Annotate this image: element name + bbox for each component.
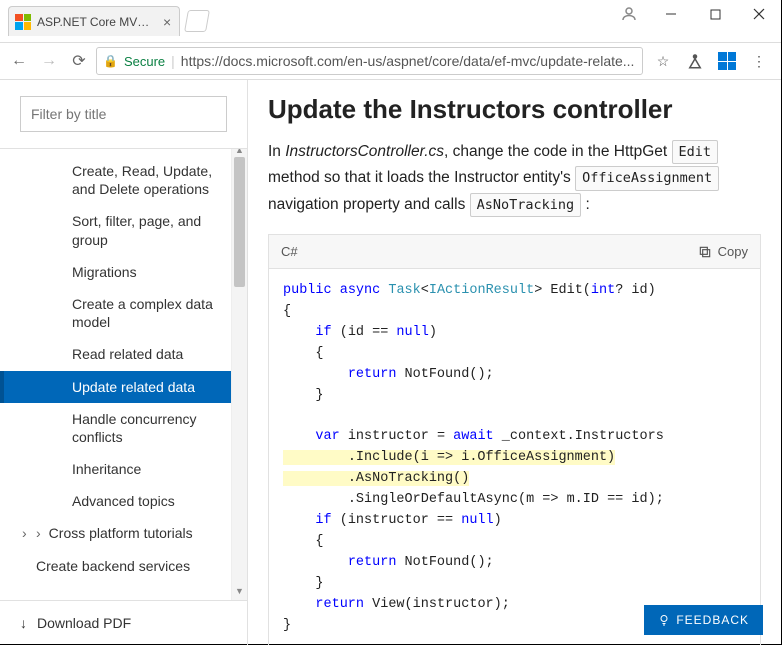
window-minimize-icon[interactable] (649, 0, 693, 28)
code-tag-officeassignment: OfficeAssignment (575, 166, 719, 190)
scroll-down-icon[interactable]: ▼ (232, 586, 247, 600)
filter-input[interactable] (20, 96, 227, 132)
download-icon: ↓ (20, 615, 27, 631)
intro-paragraph: In InstructorsController.cs, change the … (268, 139, 761, 218)
sidebar-item-label: Advanced topics (72, 493, 175, 509)
sidebar-item-label: Create backend services (36, 558, 190, 574)
window-close-icon[interactable] (737, 0, 781, 28)
windows-icon[interactable] (717, 51, 737, 71)
sidebar-item-label: Read related data (72, 346, 183, 362)
filter-wrap (20, 96, 227, 132)
tab-close-icon[interactable]: × (163, 14, 171, 30)
sidebar-item-label: Inheritance (72, 461, 141, 477)
sidebar-scrollbar[interactable]: ▲ ▼ (231, 149, 247, 600)
sidebar-item-label: Migrations (72, 264, 137, 280)
sidebar-item[interactable]: Advanced topics (0, 485, 247, 517)
sidebar-item[interactable]: Create a complex data model (0, 288, 247, 338)
address-bar: ← → ⟳ 🔒 Secure | https://docs.microsoft.… (0, 42, 781, 80)
sidebar: Create, Read, Update, and Delete operati… (0, 80, 248, 645)
filename: InstructorsController.cs (285, 143, 444, 160)
sidebar-item[interactable]: Create, Read, Update, and Delete operati… (0, 155, 247, 205)
copy-label: Copy (718, 244, 748, 259)
sidebar-item[interactable]: Update related data (0, 371, 247, 403)
copy-icon (698, 245, 712, 259)
bulb-icon (658, 613, 670, 627)
sidebar-item[interactable]: Create backend services (0, 550, 247, 582)
back-button[interactable]: ← (6, 48, 32, 74)
sidebar-item-label: Create a complex data model (72, 296, 213, 330)
sidebar-item[interactable]: Read related data (0, 338, 247, 370)
lock-icon: 🔒 (103, 54, 118, 68)
feedback-button[interactable]: FEEDBACK (644, 605, 763, 635)
sidebar-item[interactable]: Migrations (0, 256, 247, 288)
new-tab-button[interactable] (184, 10, 210, 32)
sidebar-item[interactable]: Inheritance (0, 453, 247, 485)
url-text: https://docs.microsoft.com/en-us/aspnet/… (181, 53, 635, 69)
account-icon[interactable] (609, 0, 649, 28)
nav-list: Create, Read, Update, and Delete operati… (0, 148, 247, 600)
code-language-label: C# (281, 244, 298, 259)
chevron-right-icon: › (36, 524, 41, 542)
window-maximize-icon[interactable] (693, 0, 737, 28)
code-content: public async Task<IActionResult> Edit(in… (269, 269, 760, 645)
page-title: Update the Instructors controller (268, 94, 761, 125)
sidebar-item[interactable]: Sort, filter, page, and group (0, 205, 247, 255)
sidebar-item-label: Sort, filter, page, and group (72, 213, 201, 247)
sidebar-item[interactable]: Handle concurrency conflicts (0, 403, 247, 453)
ms-favicon (15, 14, 31, 30)
tab-title: ASP.NET Core MVC with (37, 15, 157, 29)
menu-icon[interactable]: ⋮ (749, 51, 769, 71)
extension-icon[interactable] (685, 51, 705, 71)
sidebar-item-label: Create, Read, Update, and Delete operati… (72, 163, 212, 197)
secure-label: Secure (124, 54, 165, 69)
download-pdf-link[interactable]: ↓ Download PDF (0, 600, 247, 645)
sidebar-item-label: Cross platform tutorials (49, 525, 193, 541)
window-titlebar: ASP.NET Core MVC with × (0, 0, 781, 42)
url-field[interactable]: 🔒 Secure | https://docs.microsoft.com/en… (96, 47, 643, 75)
scrollbar-thumb[interactable] (234, 157, 245, 287)
reload-button[interactable]: ⟳ (66, 48, 92, 74)
code-tag-asnotracking: AsNoTracking (470, 193, 582, 217)
feedback-label: FEEDBACK (676, 613, 749, 627)
sidebar-item[interactable]: › Cross platform tutorials (0, 517, 247, 549)
code-header: C# Copy (269, 235, 760, 269)
sidebar-item-label: Handle concurrency conflicts (72, 411, 197, 445)
main-content: Update the Instructors controller In Ins… (248, 80, 781, 645)
copy-button[interactable]: Copy (698, 244, 748, 259)
star-icon[interactable]: ☆ (653, 51, 673, 71)
code-block: C# Copy public async Task<IActionResult>… (268, 234, 761, 645)
sidebar-item-label: Update related data (72, 379, 195, 395)
download-label: Download PDF (37, 615, 131, 631)
forward-button[interactable]: → (36, 48, 62, 74)
browser-tab[interactable]: ASP.NET Core MVC with × (8, 6, 180, 36)
code-tag-edit: Edit (672, 140, 719, 164)
